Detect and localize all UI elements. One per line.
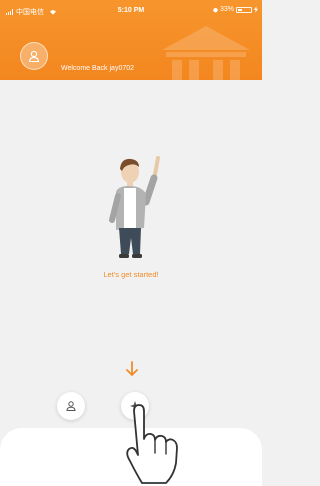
status-right: 33% xyxy=(213,6,258,13)
user-icon xyxy=(66,401,76,411)
waving-person-illustration xyxy=(109,156,160,258)
pointing-hand-icon xyxy=(126,404,178,484)
user-avatar[interactable] xyxy=(20,42,48,70)
charging-icon xyxy=(254,6,258,13)
arrow-down-icon[interactable] xyxy=(125,360,139,378)
user-avatar-icon xyxy=(28,50,40,63)
building-watermark-icon xyxy=(162,26,250,80)
profile-button[interactable] xyxy=(57,392,85,420)
get-started-text: Let's get started! xyxy=(103,270,159,279)
battery-icon xyxy=(236,6,252,13)
alarm-icon xyxy=(213,7,218,12)
status-bar: 中国电信 5:10 PM 33% xyxy=(0,0,262,20)
corner-decoration xyxy=(0,446,26,486)
welcome-text: Welcome Back jay0702 xyxy=(61,65,135,72)
app-header: 中国电信 5:10 PM 33% Welcome Back jay0702 xyxy=(0,0,262,80)
battery-percent: 33% xyxy=(219,6,234,13)
